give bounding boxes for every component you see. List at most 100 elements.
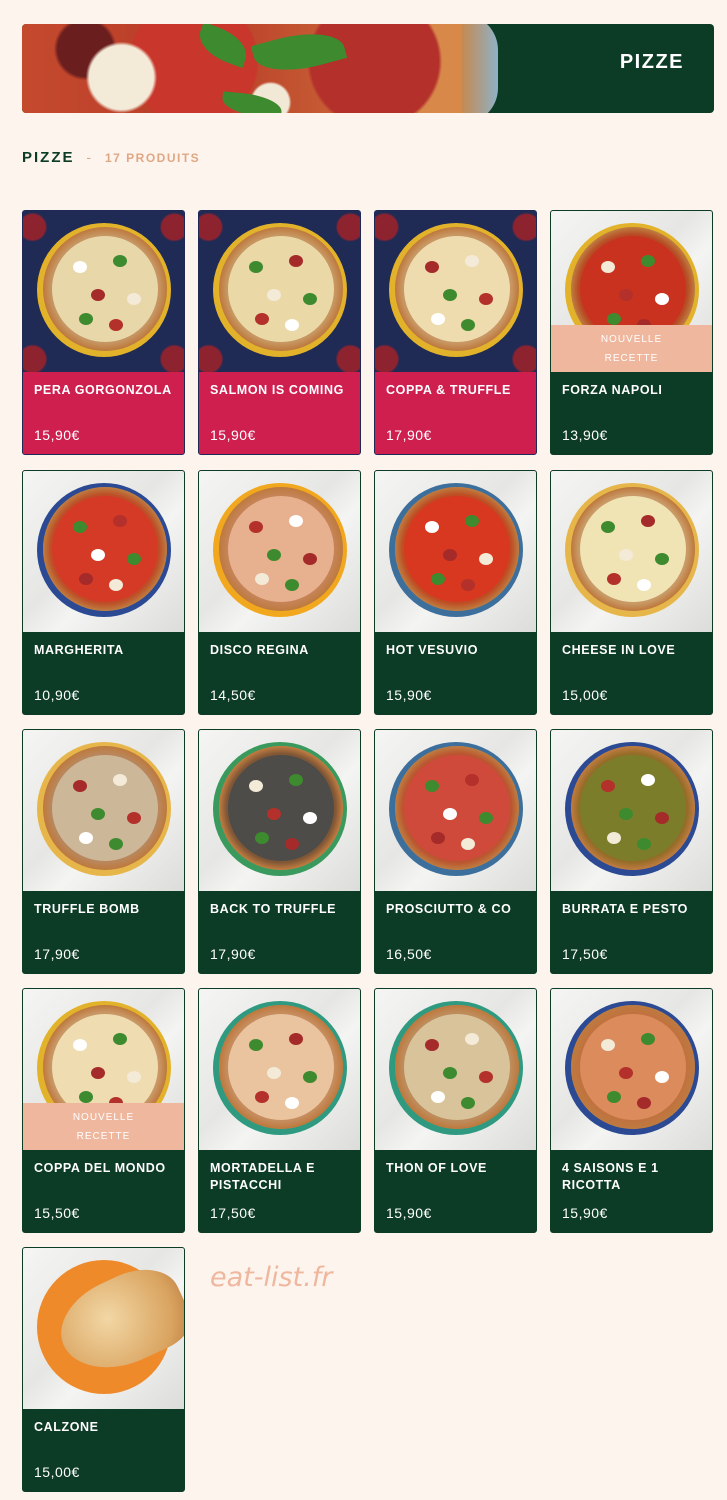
product-price: 15,90€ [386, 687, 432, 703]
topping-decor [465, 255, 479, 267]
product-price: 14,50€ [210, 687, 256, 703]
product-card[interactable]: DISCO REGINA 14,50€ [198, 470, 361, 715]
pizza-icon [571, 1005, 695, 1129]
topping-decor [79, 313, 93, 325]
topping-decor [461, 319, 475, 331]
watermark: eat-list.fr [210, 1262, 333, 1293]
product-image [375, 211, 536, 372]
topping-decor [79, 573, 93, 585]
product-name: BACK TO TRUFFLE [210, 902, 337, 916]
product-card[interactable]: 4 SAISONS E 1 RICOTTA 15,90€ [550, 988, 713, 1233]
topping-decor [289, 774, 303, 786]
topping-decor [249, 521, 263, 533]
product-image [23, 211, 184, 372]
product-name: HOT VESUVIO [386, 643, 479, 657]
pizza-icon [395, 746, 519, 870]
product-price: 17,50€ [210, 1205, 256, 1221]
topping-decor [479, 553, 493, 565]
topping-decor [109, 579, 123, 591]
pizza-icon [219, 487, 343, 611]
product-card[interactable]: HOT VESUVIO 15,90€ [374, 470, 537, 715]
product-card[interactable]: NOUVELLE RECETTE FORZA NAPOLI 13,90€ [550, 210, 713, 455]
topping-decor [249, 1039, 263, 1051]
topping-decor [73, 780, 87, 792]
product-name: MARGHERITA [34, 643, 124, 657]
product-card[interactable]: PROSCIUTTO & CO 16,50€ [374, 729, 537, 974]
pizza-icon [395, 227, 519, 351]
topping-decor [113, 774, 127, 786]
product-card[interactable]: BURRATA E PESTO 17,50€ [550, 729, 713, 974]
topping-decor [285, 579, 299, 591]
topping-decor [641, 774, 655, 786]
product-image [375, 989, 536, 1150]
category-name: PIZZE [22, 149, 75, 166]
topping-decor [601, 261, 615, 273]
topping-decor [113, 255, 127, 267]
product-card[interactable]: MORTADELLA E PISTACCHI 17,50€ [198, 988, 361, 1233]
topping-decor [249, 261, 263, 273]
section-heading: PIZZE - 17 PRODUITS [22, 149, 200, 166]
topping-decor [303, 553, 317, 565]
topping-decor [285, 1097, 299, 1109]
topping-decor [619, 1067, 633, 1079]
topping-decor [285, 319, 299, 331]
topping-decor [79, 1091, 93, 1103]
product-name: PERA GORGONZOLA [34, 383, 172, 397]
product-price: 15,90€ [386, 1205, 432, 1221]
topping-decor [267, 1067, 281, 1079]
topping-decor [637, 1097, 651, 1109]
product-card[interactable]: MARGHERITA 10,90€ [22, 470, 185, 715]
topping-decor [109, 319, 123, 331]
topping-decor [255, 573, 269, 585]
product-price: 15,90€ [34, 427, 80, 443]
topping-decor [641, 1033, 655, 1045]
topping-decor [303, 293, 317, 305]
banner-title: PIZZE [619, 51, 684, 73]
pizza-icon [395, 487, 519, 611]
product-price: 10,90€ [34, 687, 80, 703]
product-card[interactable]: CALZONE 15,00€ [22, 1247, 185, 1492]
product-name: CALZONE [34, 1420, 99, 1434]
pizza-banner-image [22, 24, 474, 113]
basil-leaf-decor [221, 91, 283, 113]
topping-decor [73, 261, 87, 273]
topping-decor [425, 780, 439, 792]
topping-decor [443, 289, 457, 301]
topping-decor [655, 553, 669, 565]
topping-decor [267, 549, 281, 561]
topping-decor [289, 1033, 303, 1045]
topping-decor [461, 1097, 475, 1109]
product-image [375, 471, 536, 632]
pizza-icon [571, 746, 695, 870]
topping-decor [607, 832, 621, 844]
product-card[interactable]: THON OF LOVE 15,90€ [374, 988, 537, 1233]
topping-decor [479, 812, 493, 824]
topping-decor [479, 293, 493, 305]
topping-decor [601, 780, 615, 792]
topping-decor [285, 838, 299, 850]
topping-decor [127, 812, 141, 824]
product-card[interactable]: COPPA & TRUFFLE 17,90€ [374, 210, 537, 455]
product-card[interactable]: NOUVELLE RECETTE COPPA DEL MONDO 15,50€ [22, 988, 185, 1233]
pizza-icon [43, 227, 167, 351]
product-card[interactable]: PERA GORGONZOLA 15,90€ [22, 210, 185, 455]
product-card[interactable]: CHEESE IN LOVE 15,00€ [550, 470, 713, 715]
heading-separator: - [86, 149, 94, 165]
topping-decor [601, 1039, 615, 1051]
product-image [199, 989, 360, 1150]
product-card[interactable]: SALMON IS COMING 15,90€ [198, 210, 361, 455]
product-card[interactable]: BACK TO TRUFFLE 17,90€ [198, 729, 361, 974]
topping-decor [425, 261, 439, 273]
product-name: SALMON IS COMING [210, 383, 344, 397]
product-image: NOUVELLE RECETTE [23, 989, 184, 1150]
product-price: 13,90€ [562, 427, 608, 443]
product-card[interactable]: TRUFFLE BOMB 17,90€ [22, 729, 185, 974]
product-price: 17,90€ [34, 946, 80, 962]
topping-decor [79, 832, 93, 844]
product-image [23, 471, 184, 632]
product-name: CHEESE IN LOVE [562, 643, 676, 657]
product-image [551, 989, 712, 1150]
badge-line: NOUVELLE [72, 1112, 135, 1123]
new-recipe-badge: NOUVELLE RECETTE [23, 1103, 184, 1150]
product-price: 17,50€ [562, 946, 608, 962]
